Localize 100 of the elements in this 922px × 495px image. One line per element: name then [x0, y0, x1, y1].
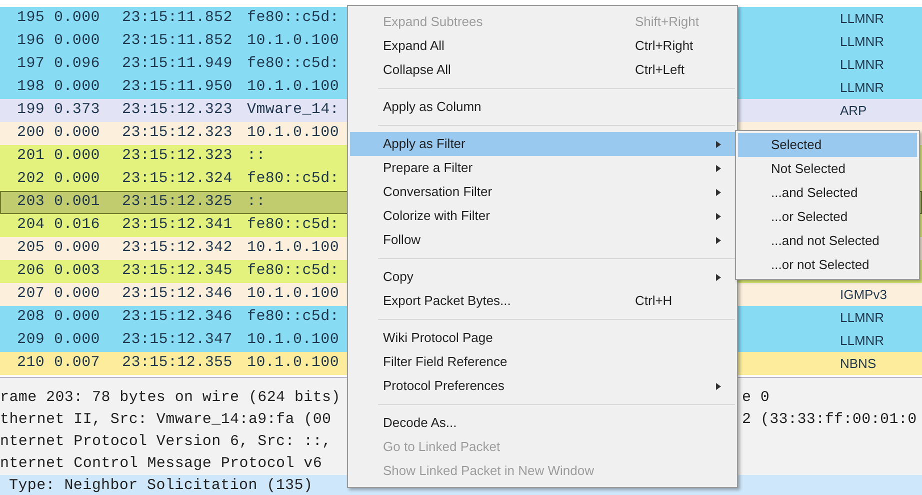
packet-number: 205 — [17, 238, 46, 258]
packet-source: 10.1.0.100 — [247, 284, 340, 304]
packet-protocol: LLMNR — [840, 308, 886, 327]
packet-number: 208 — [17, 307, 46, 328]
packet-protocol: ARP — [840, 102, 868, 120]
packet-time: 23:15:12.345 — [122, 261, 234, 282]
packet-number: 196 — [17, 31, 46, 52]
detail-text: 2 (33:33:ff:00:01:0 — [742, 410, 917, 430]
packet-source: 10.1.0.100 — [247, 238, 340, 258]
packet-source: fe80::c5d: — [247, 8, 340, 28]
packet-source: Vmware_14: — [247, 100, 340, 120]
packet-number: 199 — [17, 100, 46, 120]
menu-item-shortcut: Ctrl+Left — [635, 61, 686, 80]
packet-protocol: LLMNR — [840, 10, 886, 28]
packet-time: 23:15:12.341 — [122, 215, 234, 236]
packet-delta-time: 0.016 — [54, 215, 102, 236]
packet-source: 10.1.0.100 — [247, 353, 340, 374]
packet-time: 23:15:12.355 — [122, 353, 234, 374]
packet-time: 23:15:12.347 — [122, 330, 234, 350]
packet-number: 195 — [17, 8, 46, 28]
packet-delta-time: 0.000 — [54, 31, 102, 52]
menu-item-label: Wiki Protocol Page — [383, 329, 494, 348]
packet-protocol: LLMNR — [840, 78, 886, 97]
menu-item-shortcut: Ctrl+Right — [635, 37, 694, 56]
packet-number: 206 — [17, 261, 46, 282]
detail-text: nternet Control Message Protocol v6 — [0, 454, 322, 474]
packet-source: 10.1.0.100 — [247, 77, 340, 98]
packet-number: 198 — [17, 77, 46, 98]
packet-time: 23:15:12.325 — [122, 192, 234, 212]
menu-item-label: Copy — [383, 268, 414, 286]
packet-time: 23:15:12.346 — [122, 307, 234, 328]
packet-number: 210 — [17, 353, 46, 374]
packet-delta-time: 0.000 — [54, 8, 102, 28]
packet-number: 197 — [17, 54, 46, 74]
menu-item-label: Export Packet Bytes... — [383, 292, 512, 310]
menu-item-label: Conversation Filter — [383, 183, 494, 202]
packet-delta-time: 0.000 — [54, 77, 102, 98]
packet-source: fe80::c5d: — [247, 54, 340, 74]
menu-item-label: Follow — [383, 231, 422, 250]
packet-time: 23:15:12.323 — [122, 123, 234, 144]
packet-delta-time: 0.003 — [54, 261, 102, 282]
packet-delta-time: 0.000 — [54, 123, 102, 144]
packet-protocol: LLMNR — [840, 332, 886, 350]
packet-time: 23:15:12.342 — [122, 238, 234, 258]
packet-delta-time: 0.000 — [54, 330, 102, 350]
menu-item-label: Expand Subtrees — [383, 13, 484, 32]
menu-item-label: Prepare a Filter — [383, 159, 474, 178]
packet-delta-time: 0.000 — [54, 169, 102, 190]
packet-protocol: LLMNR — [840, 32, 886, 51]
packet-time: 23:15:11.949 — [122, 54, 234, 74]
packet-protocol: IGMPv3 — [840, 286, 888, 304]
detail-text: thernet II, Src: Vmware_14:a9:fa (00 — [0, 410, 332, 430]
menu-item-shortcut: Ctrl+H — [635, 292, 674, 310]
packet-time: 23:15:11.950 — [122, 77, 234, 98]
packet-delta-time: 0.000 — [54, 284, 102, 304]
menu-item-label: Collapse All — [383, 61, 452, 80]
packet-source: :: — [247, 192, 266, 212]
packet-source: fe80::c5d: — [247, 261, 340, 282]
menu-item-label: Colorize with Filter — [383, 207, 491, 226]
packet-source: fe80::c5d: — [247, 169, 340, 190]
packet-source: :: — [247, 146, 266, 166]
packet-delta-time: 0.000 — [54, 238, 102, 258]
packet-delta-time: 0.001 — [54, 192, 102, 212]
detail-text: e 0 — [742, 388, 770, 408]
detail-text: rame 203: 78 bytes on wire (624 bits) — [0, 388, 340, 408]
packet-number: 201 — [17, 146, 46, 166]
menu-item-label: Filter Field Reference — [383, 353, 508, 372]
menu-item-label: Protocol Preferences — [383, 377, 506, 396]
packet-delta-time: 0.007 — [54, 353, 102, 374]
packet-time: 23:15:12.346 — [122, 284, 234, 304]
packet-number: 202 — [17, 169, 46, 190]
packet-time: 23:15:12.323 — [122, 146, 234, 166]
packet-delta-time: 0.000 — [54, 307, 102, 328]
packet-protocol: NBNS — [840, 354, 878, 373]
packet-number: 207 — [17, 284, 46, 304]
menu-item-label: Expand All — [383, 37, 446, 56]
packet-time: 23:15:12.323 — [122, 100, 234, 120]
packet-delta-time: 0.096 — [54, 54, 102, 74]
menu-item-label: Decode As... — [383, 414, 458, 432]
packet-number: 203 — [17, 192, 46, 212]
detail-text: nternet Protocol Version 6, Src: ::, — [0, 432, 332, 452]
packet-source: fe80::c5d: — [247, 307, 340, 328]
detail-text: Type: Neighbor Solicitation (135) — [9, 476, 313, 495]
packet-time: 23:15:11.852 — [122, 8, 234, 28]
packet-time: 23:15:11.852 — [122, 31, 234, 52]
packet-protocol: LLMNR — [840, 56, 886, 74]
menu-item-label: Apply as Column — [383, 98, 482, 116]
packet-number: 209 — [17, 330, 46, 350]
packet-source: 10.1.0.100 — [247, 123, 340, 144]
menu-item-label: Go to Linked Packet — [383, 438, 502, 456]
packet-delta-time: 0.373 — [54, 100, 102, 120]
packet-source: fe80::c5d: — [247, 215, 340, 236]
packet-number: 200 — [17, 123, 46, 144]
menu-item-shortcut: Shift+Right — [635, 13, 700, 32]
packet-number: 204 — [17, 215, 46, 236]
packet-source: 10.1.0.100 — [247, 31, 340, 52]
menu-item-label: Apply as Filter — [383, 135, 466, 154]
packet-delta-time: 0.000 — [54, 146, 102, 166]
packet-source: 10.1.0.100 — [247, 330, 340, 350]
menu-item-label: Show Linked Packet in New Window — [383, 462, 595, 480]
